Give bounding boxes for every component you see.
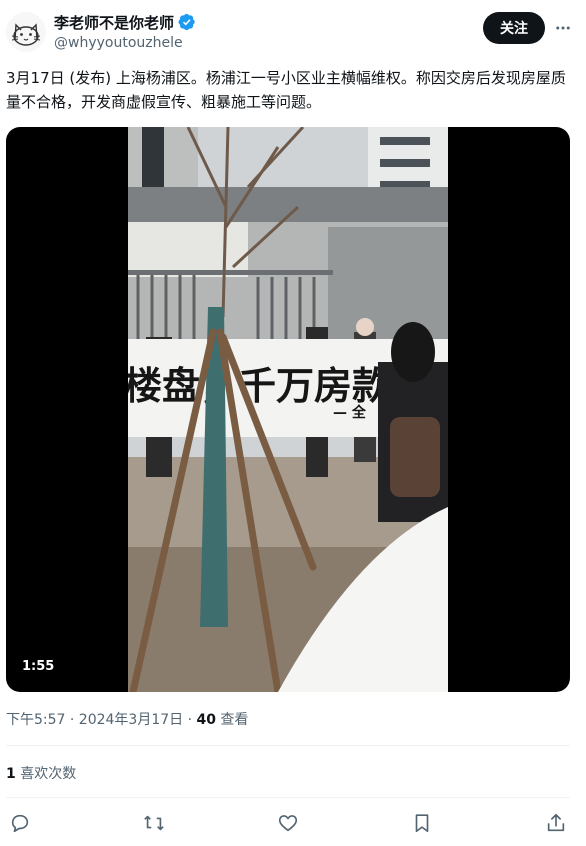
verified-badge-icon <box>178 13 195 31</box>
tweet-timestamp[interactable]: 下午5:57 · 2024年3月17日 · <box>6 712 197 728</box>
retweet-button[interactable] <box>141 810 167 836</box>
reply-icon <box>11 814 29 833</box>
author-handle[interactable]: @whyyoutouzhele <box>54 35 196 51</box>
likes-count: 1 <box>6 766 16 782</box>
banner-subtext: — 全 <box>333 404 367 421</box>
action-bar <box>0 808 586 838</box>
video-frame: 楼盘，千万房款泪 — 全 <box>128 127 448 692</box>
tweet-header: 李老师不是你老师 @whyyoutouzhele 关注 <box>0 0 586 62</box>
like-button[interactable] <box>275 810 301 836</box>
likes-label: 喜欢次数 <box>15 766 77 782</box>
tweet-meta: 下午5:57 · 2024年3月17日 · 40 查看 <box>6 709 248 729</box>
bookmark-button[interactable] <box>409 810 435 836</box>
like-icon <box>278 815 298 832</box>
views-label: 查看 <box>215 712 249 728</box>
more-options-button[interactable] <box>551 16 575 40</box>
retweet-icon <box>144 815 164 831</box>
likes-summary[interactable]: 1 喜欢次数 <box>6 763 76 783</box>
author-info[interactable]: 李老师不是你老师 @whyyoutouzhele <box>54 12 196 51</box>
views-count: 40 <box>196 712 216 728</box>
cat-sketch-avatar-icon <box>6 12 46 52</box>
author-display-name[interactable]: 李老师不是你老师 <box>54 12 174 33</box>
author-avatar[interactable] <box>6 12 46 52</box>
share-button[interactable] <box>543 810 569 836</box>
follow-button[interactable]: 关注 <box>483 12 545 44</box>
bookmark-icon <box>415 814 429 833</box>
more-dots-icon <box>556 26 570 30</box>
video-duration: 1:55 <box>16 657 61 676</box>
share-icon <box>547 813 565 832</box>
divider <box>6 797 570 798</box>
divider <box>6 745 570 746</box>
video-player[interactable]: 楼盘，千万房款泪 — 全 1:55 <box>6 127 570 692</box>
tweet-text: 3月17日 (发布) 上海杨浦区。杨浦江一号小区业主横幅维权。称因交房后发现房屋… <box>6 69 566 111</box>
reply-button[interactable] <box>7 810 33 836</box>
